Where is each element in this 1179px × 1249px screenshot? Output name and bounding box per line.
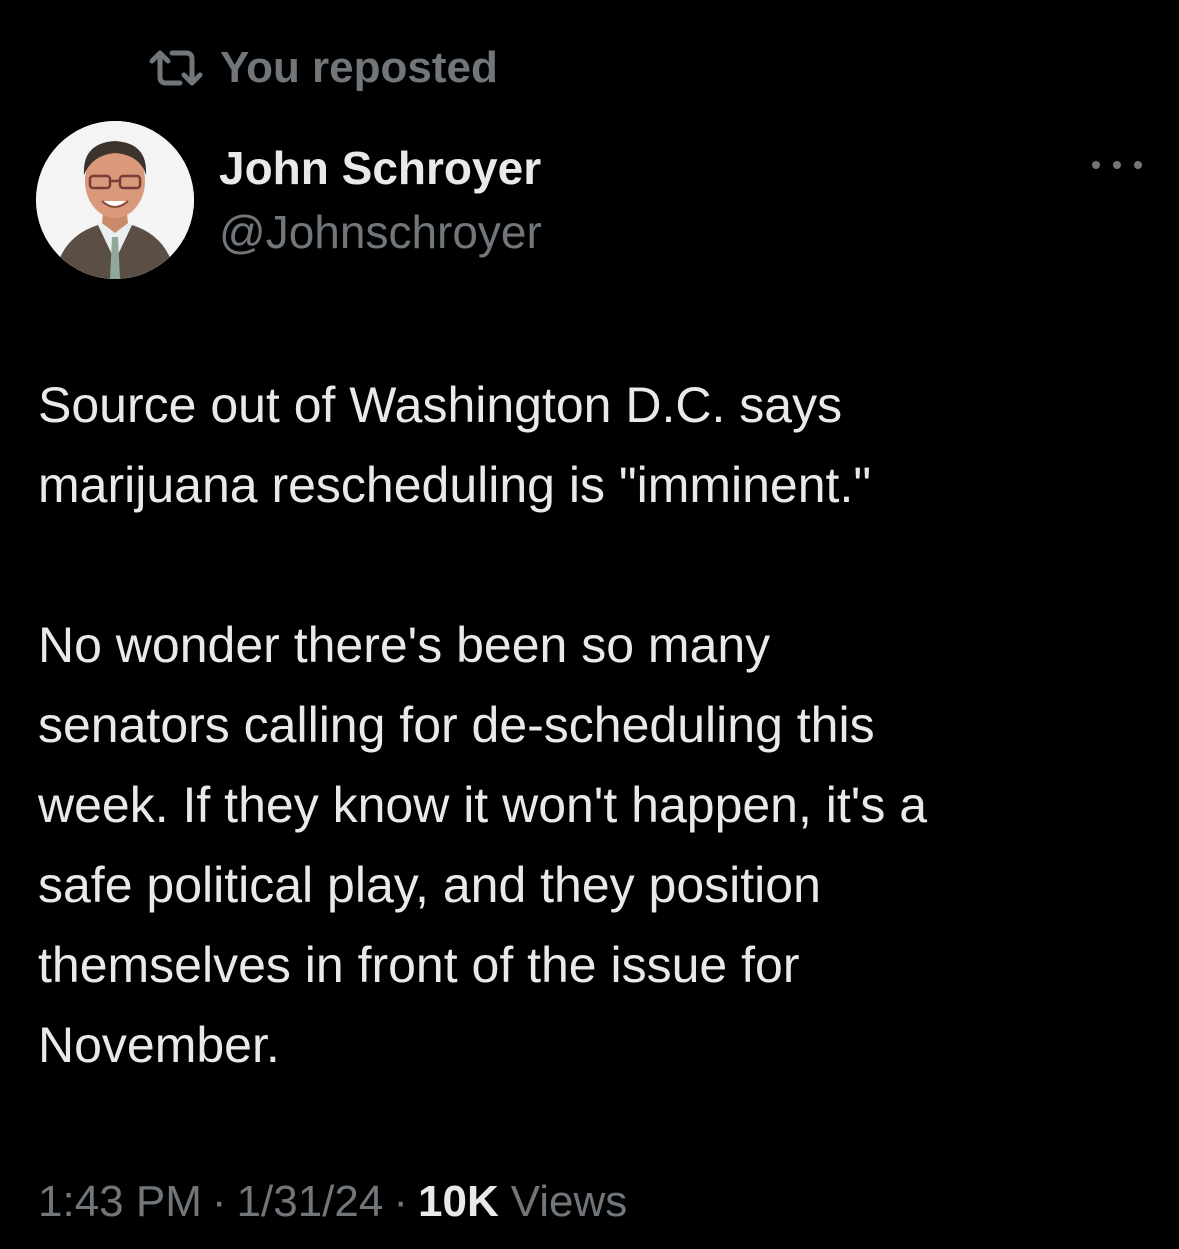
repost-banner: You reposted [146, 38, 498, 98]
tweet-meta: 1:43 PM · 1/31/24 · 10K Views [38, 1170, 627, 1234]
avatar-photo [36, 121, 194, 279]
tweet-line: Source out of Washington D.C. says [38, 377, 843, 433]
tweet-line: themselves in front of the issue for [38, 937, 800, 993]
more-dot [1113, 161, 1121, 169]
tweet-time[interactable]: 1:43 PM [38, 1177, 202, 1227]
views-count: 10K [418, 1177, 499, 1226]
tweet-line: November. [38, 1017, 280, 1073]
tweet-line: safe political play, and they position [38, 857, 821, 913]
meta-separator: · [211, 1177, 227, 1226]
views-label: Views [510, 1177, 628, 1226]
tweet-paragraph-gap [38, 525, 1148, 605]
tweet-line: No wonder there's been so many [38, 617, 771, 673]
more-dot [1092, 161, 1100, 169]
tweet-date[interactable]: 1/31/24 [237, 1177, 384, 1227]
repost-icon [146, 43, 206, 93]
more-dot [1134, 161, 1142, 169]
meta-separator: · [393, 1177, 408, 1226]
author-display-name[interactable]: John Schroyer [219, 136, 542, 200]
tweet-line: week. If they know it won't happen, it's… [38, 777, 928, 833]
more-horizontal-icon[interactable] [1092, 150, 1142, 180]
tweet-text: Source out of Washington D.C. says marij… [38, 365, 1148, 1085]
repost-label: You reposted [220, 43, 498, 92]
tweet-line: senators calling for de-scheduling this [38, 697, 875, 753]
tweet-line: marijuana rescheduling is "imminent." [38, 457, 872, 513]
avatar[interactable] [36, 121, 194, 279]
author-handle[interactable]: @Johnschroyer [219, 200, 542, 264]
